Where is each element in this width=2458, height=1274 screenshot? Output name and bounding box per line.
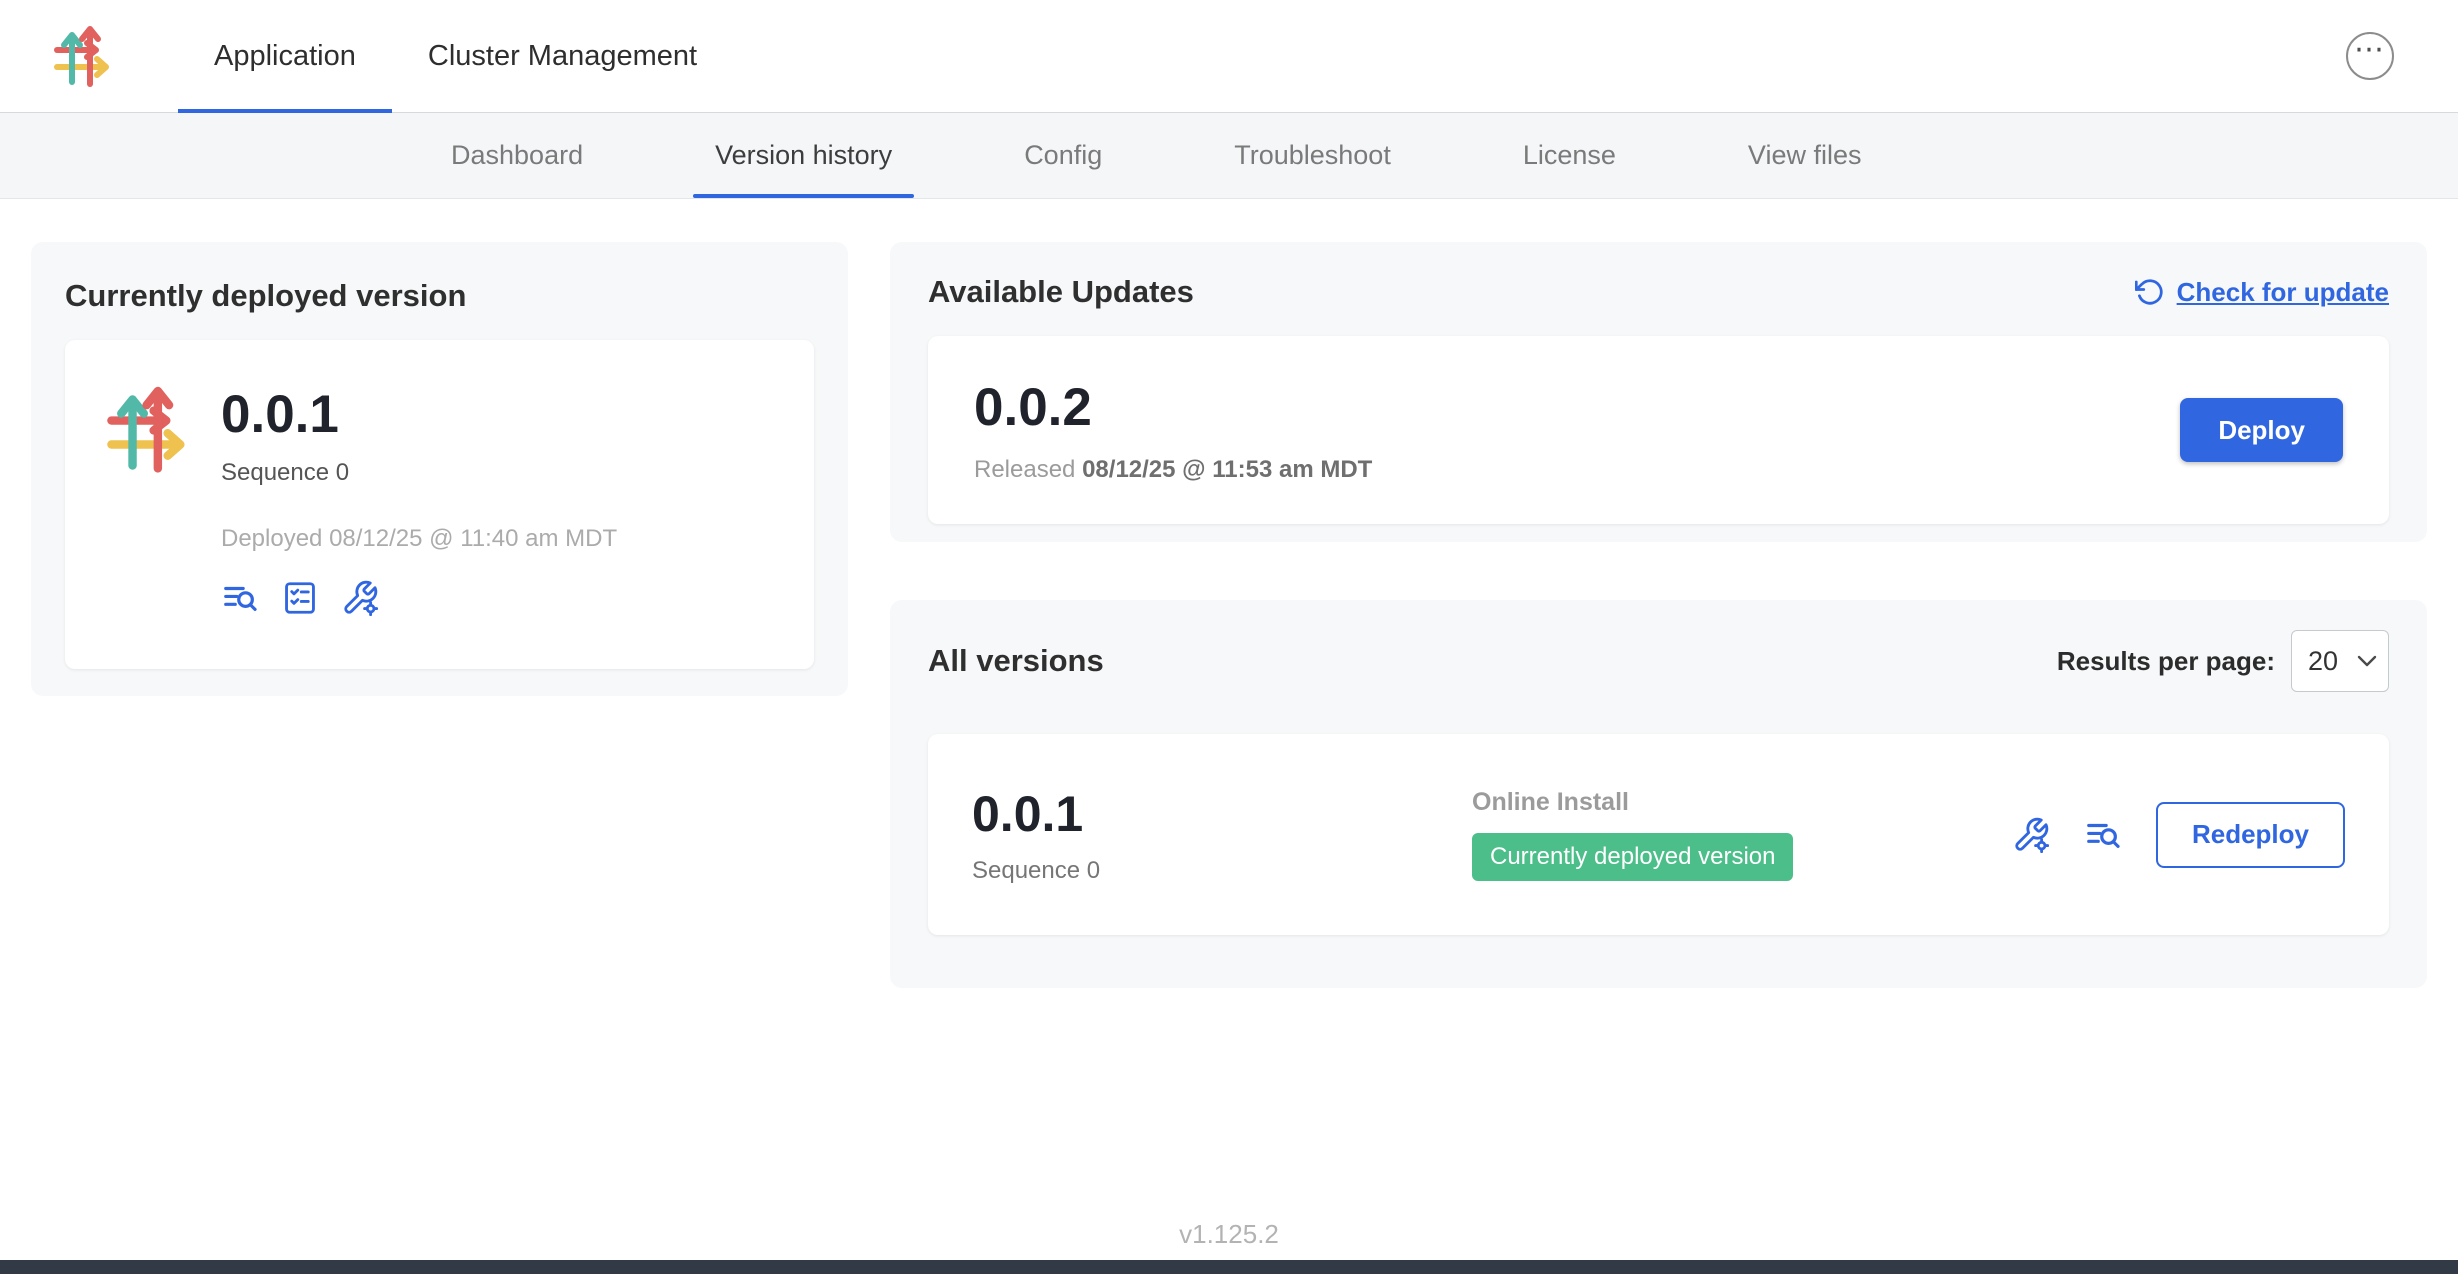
deployed-sequence: Sequence 0 — [221, 459, 617, 487]
edit-config-icon[interactable] — [341, 579, 379, 617]
preflight-checks-icon[interactable] — [281, 579, 319, 617]
check-for-update-label: Check for update — [2177, 277, 2389, 308]
subnav-item-dashboard[interactable]: Dashboard — [451, 113, 583, 198]
subnav-item-license[interactable]: License — [1523, 113, 1616, 198]
subnav-label: Dashboard — [451, 140, 583, 171]
available-updates-card: Available Updates Check for update 0.0.2 — [890, 242, 2427, 542]
app-logo — [28, 0, 138, 112]
redeploy-button[interactable]: Redeploy — [2156, 802, 2345, 868]
subnav-item-troubleshoot[interactable]: Troubleshoot — [1234, 113, 1391, 198]
subnav-item-view-files[interactable]: View files — [1748, 113, 1862, 198]
header-tab-application[interactable]: Application — [178, 0, 392, 112]
subnav-label: View files — [1748, 140, 1862, 171]
diff-icon[interactable] — [2084, 816, 2122, 854]
update-released-line: Released 08/12/25 @ 11:53 am MDT — [974, 456, 1372, 484]
deployed-timestamp: Deployed 08/12/25 @ 11:40 am MDT — [221, 525, 617, 553]
available-update-row: 0.0.2 Released 08/12/25 @ 11:53 am MDT D… — [928, 336, 2389, 524]
bottom-bar — [0, 1260, 2458, 1274]
row-version-number: 0.0.1 — [972, 785, 1472, 843]
results-per-page-label: Results per page: — [2057, 646, 2275, 677]
overflow-menu-button[interactable]: ⋯ — [2346, 32, 2394, 80]
currently-deployed-title: Currently deployed version — [65, 278, 814, 314]
row-install-type: Online Install — [1472, 788, 1629, 817]
results-per-page-group: Results per page: 20 — [2057, 630, 2389, 692]
available-updates-title: Available Updates — [928, 274, 1194, 310]
diff-icon[interactable] — [221, 579, 259, 617]
all-versions-title: All versions — [928, 643, 1104, 679]
deployed-version-number: 0.0.1 — [221, 384, 617, 445]
currently-deployed-badge: Currently deployed version — [1472, 833, 1793, 881]
version-table-row: 0.0.1 Sequence 0 Online Install Currentl… — [928, 734, 2389, 935]
main-content: Currently deployed version 0.0.1 Sequenc… — [0, 199, 2458, 988]
deploy-button[interactable]: Deploy — [2180, 398, 2343, 462]
released-date: 08/12/25 @ 11:53 am MDT — [1082, 456, 1372, 483]
console-version: v1.125.2 — [0, 1219, 2458, 1250]
app-subnav: Dashboard Version history Config Trouble… — [0, 113, 2458, 199]
results-per-page-select[interactable]: 20 — [2291, 630, 2389, 692]
deployed-actions — [221, 579, 617, 617]
subnav-label: Troubleshoot — [1234, 140, 1391, 171]
ellipsis-icon: ⋯ — [2354, 35, 2386, 65]
right-column: Available Updates Check for update 0.0.2 — [890, 242, 2427, 988]
subnav-item-version-history[interactable]: Version history — [715, 113, 892, 198]
check-for-update-link[interactable]: Check for update — [2135, 277, 2389, 308]
subnav-label: License — [1523, 140, 1616, 171]
header-tabs: Application Cluster Management — [178, 0, 733, 112]
header-tab-cluster-management[interactable]: Cluster Management — [392, 0, 733, 112]
subnav-item-config[interactable]: Config — [1024, 113, 1102, 198]
header-tab-label: Application — [214, 40, 356, 73]
header-tab-label: Cluster Management — [428, 40, 697, 73]
subnav-label: Version history — [715, 140, 892, 171]
top-header: Application Cluster Management ⋯ — [0, 0, 2458, 113]
row-sequence: Sequence 0 — [972, 857, 1472, 885]
deployed-version-detail: 0.0.1 Sequence 0 Deployed 08/12/25 @ 11:… — [65, 340, 814, 669]
refresh-icon — [2135, 277, 2165, 307]
all-versions-card: All versions Results per page: 20 — [890, 600, 2427, 988]
edit-config-icon[interactable] — [2012, 816, 2050, 854]
released-prefix: Released — [974, 456, 1075, 483]
update-version-number: 0.0.2 — [974, 377, 1372, 438]
app-icon — [103, 384, 193, 625]
currently-deployed-card: Currently deployed version 0.0.1 Sequenc… — [31, 242, 848, 696]
subnav-label: Config — [1024, 140, 1102, 171]
